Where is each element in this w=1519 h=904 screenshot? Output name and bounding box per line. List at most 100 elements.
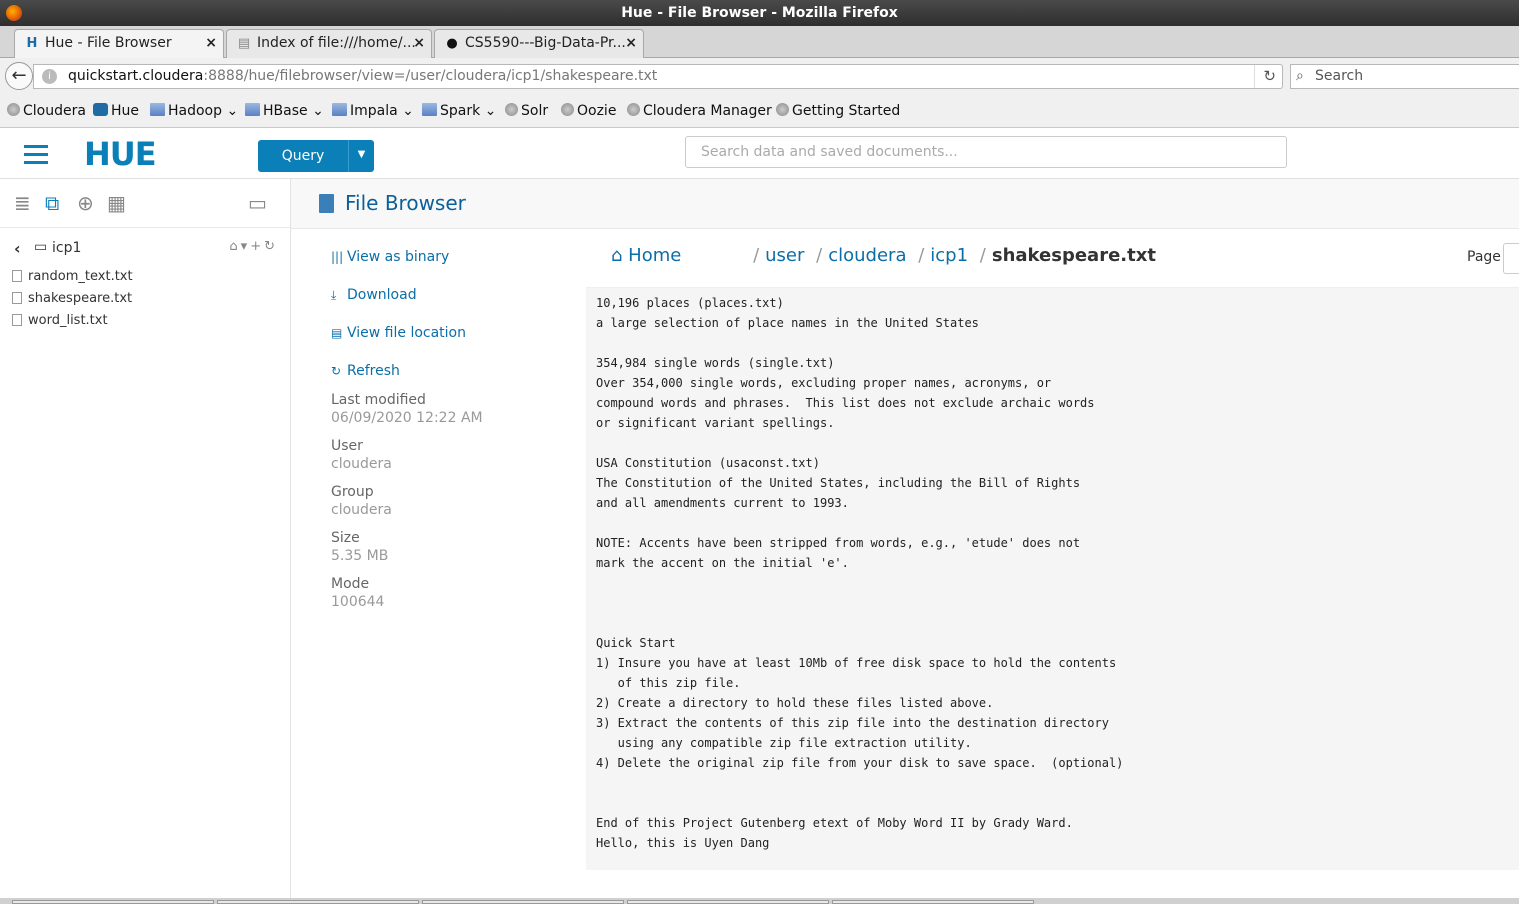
taskbar-item[interactable] <box>217 900 419 904</box>
query-button[interactable]: Query ▼ <box>258 140 374 172</box>
file-browser-header: File Browser <box>291 179 1519 229</box>
assist-panel-tabs: ≣ ⧉ ⊕ ▦ ▭ <box>0 179 290 228</box>
tab-close-icon[interactable]: × <box>413 30 425 56</box>
assist-file-item[interactable]: word_list.txt <box>12 313 108 328</box>
breadcrumb-item[interactable]: icp1 <box>930 245 968 266</box>
bookmark-folder-hadoop[interactable]: Hadoop ⌄ <box>150 102 238 120</box>
add-icon[interactable]: + <box>250 239 264 254</box>
bookmark-label: Hue <box>111 103 140 119</box>
chevron-down-icon: ⌄ <box>402 103 414 119</box>
caret-down-icon[interactable]: ▼ <box>348 140 374 172</box>
refresh-link[interactable]: ↻ Refresh <box>331 363 400 379</box>
folder-icon <box>245 103 260 116</box>
view-as-binary-link[interactable]: ||| View as binary <box>331 249 449 265</box>
tab-close-icon[interactable]: × <box>205 30 217 56</box>
meta-label: Group <box>331 484 374 500</box>
back-arrow-icon: ← <box>11 65 27 86</box>
view-file-location-link[interactable]: ▤ View file location <box>331 325 466 341</box>
file-document-icon <box>319 194 334 213</box>
database-icon[interactable]: ≣ <box>14 192 31 214</box>
meta-value: 100644 <box>331 594 385 610</box>
meta-mode: Mode 100644 <box>331 576 384 610</box>
tab-hue-file-browser[interactable]: H Hue - File Browser × <box>14 29 224 59</box>
chevron-down-icon: ⌄ <box>312 103 324 119</box>
address-bar[interactable]: i quickstart.cloudera:8888/hue/filebrows… <box>33 64 1283 89</box>
taskbar-item[interactable] <box>627 900 829 904</box>
browser-search-input[interactable]: ⌕ Search <box>1290 64 1519 89</box>
assist-folder-name[interactable]: icp1 <box>52 240 81 256</box>
global-search-input[interactable]: Search data and saved documents... <box>685 136 1287 168</box>
chevron-down-icon: ⌄ <box>226 103 239 119</box>
bookmark-folder-hbase[interactable]: HBase ⌄ <box>245 102 324 120</box>
breadcrumb-home[interactable]: ⌂ Home <box>611 245 681 266</box>
tab-label: Index of file:///home/... <box>257 35 416 51</box>
page-number-input[interactable] <box>1503 243 1519 274</box>
hamburger-menu-icon[interactable] <box>24 145 48 164</box>
meta-user: User cloudera <box>331 438 392 472</box>
meta-label: User <box>331 438 363 454</box>
file-icon <box>12 292 22 304</box>
bookmark-label: Hadoop <box>168 103 223 119</box>
home-icon: ⌂ <box>611 245 623 266</box>
bookmark-cloudera[interactable]: Cloudera <box>7 102 86 120</box>
tab-label: CS5590---Big-Data-Pr... <box>465 35 626 51</box>
grid-icon[interactable]: ▦ <box>107 192 126 214</box>
home-icon[interactable]: ⌂ <box>229 239 240 254</box>
breadcrumb-item[interactable]: cloudera <box>828 245 906 266</box>
bookmark-getting-started[interactable]: Getting Started <box>776 102 900 120</box>
bookmark-label: Solr <box>521 103 549 119</box>
page-label: Page <box>1467 249 1501 265</box>
folder-icon <box>150 103 165 116</box>
action-label: View file location <box>347 325 466 341</box>
search-icon: ⌕ <box>1296 68 1304 84</box>
folder-open-icon[interactable]: ▭ <box>248 192 267 214</box>
bookmark-solr[interactable]: Solr <box>505 102 548 120</box>
folder-outline-icon: ▭ <box>34 239 48 255</box>
tab-close-icon[interactable]: × <box>625 30 637 56</box>
download-link[interactable]: ⤓ Download <box>331 287 417 303</box>
breadcrumb: ⌂ Home / user / cloudera / icp1 /shakespear… <box>611 245 1156 266</box>
tab-github-repo[interactable]: ● CS5590---Big-Data-Pr... × <box>434 29 644 58</box>
taskbar-item[interactable] <box>832 900 1034 904</box>
file-icon <box>12 270 22 282</box>
tab-bar: H Hue - File Browser × ▤ Index of file:/… <box>0 26 1519 77</box>
meta-label: Size <box>331 530 360 546</box>
window-titlebar: Hue - File Browser - Mozilla Firefox <box>0 0 1519 26</box>
meta-label: Mode <box>331 576 370 592</box>
bookmark-oozie[interactable]: Oozie <box>561 102 616 120</box>
files-icon[interactable]: ⧉ <box>45 192 59 214</box>
hue-logo[interactable]: HUE <box>84 138 157 170</box>
meta-value: 06/09/2020 12:22 AM <box>331 410 483 426</box>
file-name: word_list.txt <box>28 313 108 328</box>
taskbar-item[interactable] <box>12 900 214 904</box>
bookmark-folder-spark[interactable]: Spark ⌄ <box>422 102 496 120</box>
bookmark-label: Getting Started <box>792 103 901 119</box>
bookmarks-toolbar: Cloudera Hue Hadoop ⌄ HBase ⌄ Impala ⌄ S… <box>0 94 1519 128</box>
bookmark-cloudera-manager[interactable]: Cloudera Manager <box>627 102 772 120</box>
chevron-left-icon[interactable]: ‹ <box>14 239 21 258</box>
search-zoom-icon[interactable]: ⊕ <box>77 192 94 214</box>
barcode-icon: ||| <box>331 250 344 264</box>
globe-icon: i <box>42 69 57 84</box>
github-icon: ● <box>446 36 458 51</box>
navigation-bar: ← i quickstart.cloudera:8888/hue/filebro… <box>0 58 1519 94</box>
meta-group: Group cloudera <box>331 484 392 518</box>
taskbar-item[interactable] <box>422 900 624 904</box>
bookmark-label: HBase <box>263 103 308 119</box>
bookmark-hue[interactable]: Hue <box>93 102 139 120</box>
url-host: quickstart.cloudera <box>68 68 204 84</box>
tab-index-of-file[interactable]: ▤ Index of file:///home/... × <box>226 29 432 58</box>
assist-path-header: ‹ ▭ icp1 ⌂▾+↻ <box>10 239 280 259</box>
refresh-icon[interactable]: ↻ <box>264 239 278 254</box>
file-browser-main: File Browser ||| View as binary ⤓ Download… <box>291 179 1519 904</box>
assist-file-item[interactable]: shakespeare.txt <box>12 291 132 306</box>
window-title: Hue - File Browser - Mozilla Firefox <box>621 5 898 21</box>
action-label: View as binary <box>347 249 450 265</box>
assist-file-item[interactable]: random_text.txt <box>12 269 133 284</box>
reload-icon[interactable]: ↻ <box>1254 65 1276 88</box>
back-button[interactable]: ← <box>5 62 33 90</box>
breadcrumb-item[interactable]: user <box>765 245 804 266</box>
filter-icon[interactable]: ▾ <box>241 239 251 254</box>
bookmark-folder-impala[interactable]: Impala ⌄ <box>332 102 414 120</box>
global-search-placeholder: Search data and saved documents... <box>701 144 958 160</box>
